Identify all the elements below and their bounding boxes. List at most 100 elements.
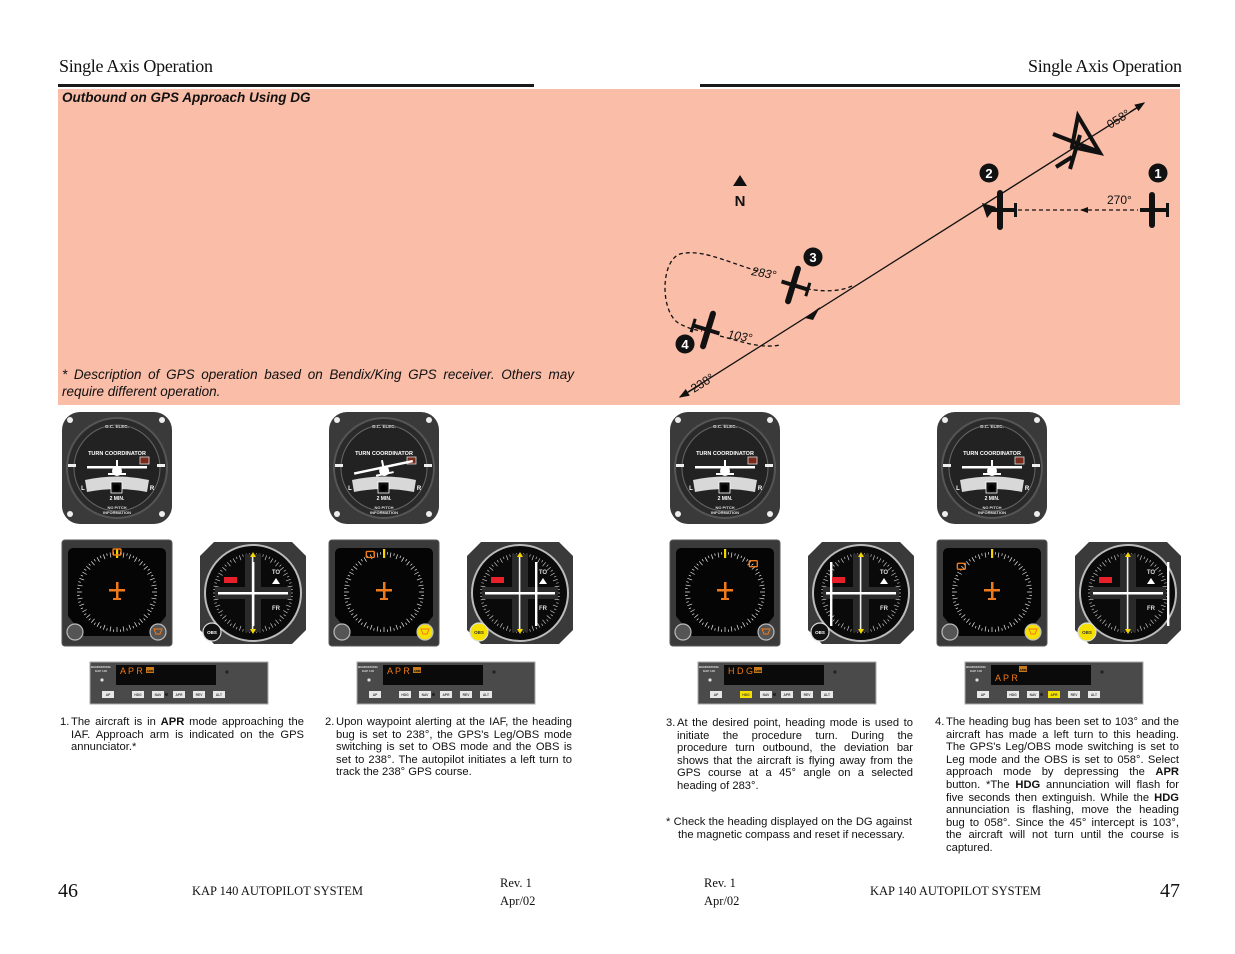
ap-button-hdg-label: HDG <box>401 693 409 697</box>
dg-set-knob[interactable] <box>333 623 351 641</box>
ap-baro-knob[interactable] <box>833 670 837 674</box>
north-arrow-icon <box>733 175 747 186</box>
ap-button-ap[interactable]: AP <box>710 691 722 698</box>
ap-button-hdg[interactable]: HDG <box>740 691 752 698</box>
ap-button-ap[interactable]: AP <box>102 691 114 698</box>
north-arrow: N <box>733 175 747 210</box>
ap-button-nav[interactable]: NAV <box>152 691 164 698</box>
tc-left-label: L <box>956 486 960 492</box>
heading-bug-knob[interactable] <box>1024 623 1042 641</box>
ap-photocell <box>708 678 712 682</box>
ap-button-alt[interactable]: ALT <box>1088 691 1100 698</box>
tc-title: TURN COORDINATOR <box>696 451 754 457</box>
ap-model-label: KAP 140 <box>362 669 374 673</box>
ap-baro-knob[interactable] <box>225 670 229 674</box>
ap-button-hdg[interactable]: HDG <box>399 691 411 698</box>
marker-4: 4 <box>675 334 695 354</box>
step-text: The heading bug has been set to 103° and… <box>946 716 1180 854</box>
ap-button-rev-label: REV <box>463 693 471 697</box>
ap-arm-label: ARM <box>1020 668 1027 672</box>
ap-button-hdg[interactable]: HDG <box>132 691 144 698</box>
ap-button-ap-label: AP <box>981 693 986 697</box>
tc-dc-elec-label: D.C. ELEC. <box>372 424 396 429</box>
tc-left-label: L <box>81 486 85 492</box>
ap-button-ap-label: AP <box>373 693 378 697</box>
right-footer-date: Apr/02 <box>704 894 740 908</box>
obs-knob-label: OBS <box>474 630 484 635</box>
screw-icon <box>159 511 165 517</box>
screw-icon <box>159 417 165 423</box>
ap-button-apr[interactable]: APR <box>173 691 185 698</box>
ap-baro-knob[interactable] <box>492 670 496 674</box>
ap-button-apr[interactable]: APR <box>1048 691 1060 698</box>
screw-icon <box>426 511 432 517</box>
tc-dc-elec-label: D.C. ELEC. <box>105 424 129 429</box>
ap-mode-annunciation: A P R <box>387 666 410 676</box>
left-footer-system: KAP 140 AUTOPILOT SYSTEM <box>192 884 363 898</box>
dg-set-knob[interactable] <box>674 623 692 641</box>
ap-photocell <box>975 678 979 682</box>
ap-baro-knob[interactable] <box>1100 670 1104 674</box>
heading-bug-knob[interactable] <box>757 623 775 641</box>
airplane-1-icon <box>1140 192 1169 228</box>
screw-icon <box>767 417 773 423</box>
tc-2min-label: 2 MIN. <box>718 496 733 502</box>
ap-button-alt[interactable]: ALT <box>480 691 492 698</box>
directional-gyro <box>328 539 440 647</box>
ap-button-alt[interactable]: ALT <box>213 691 225 698</box>
ap-button-nav[interactable]: NAV <box>760 691 772 698</box>
path-270-arrow <box>1080 207 1088 213</box>
dg-set-knob[interactable] <box>66 623 84 641</box>
ap-button-apr[interactable]: APR <box>440 691 452 698</box>
ap-button-rev[interactable]: REV <box>193 691 205 698</box>
ap-arm-light <box>165 693 168 696</box>
screw-icon <box>767 511 773 517</box>
heading-bug-knob[interactable] <box>149 623 167 641</box>
right-footer-revision: Rev. 1 Apr/02 <box>704 874 739 910</box>
right-header-rule <box>700 84 1180 87</box>
course-deviation-indicator: TO FR OBS <box>200 542 306 644</box>
step-caption-3: 3. At the desired point, heading mode is … <box>666 717 913 793</box>
ap-button-nav[interactable]: NAV <box>419 691 431 698</box>
ap-button-nav-label: NAV <box>155 693 163 697</box>
step-number: 3. <box>666 717 676 729</box>
instrument-group-2: D.C. ELEC.TURN COORDINATORL R2 MIN.NO PIT… <box>328 412 573 705</box>
ap-arm-light <box>432 693 435 696</box>
left-page-title: Single Axis Operation <box>59 56 213 76</box>
marker-1: 1 <box>1148 163 1168 183</box>
ap-button-ap[interactable]: AP <box>369 691 381 698</box>
ap-button-ap-label: AP <box>106 693 111 697</box>
cdi-fr-label: FR <box>1147 606 1156 612</box>
ap-button-rev[interactable]: REV <box>460 691 472 698</box>
right-page-number: 47 <box>1160 880 1180 902</box>
step-caption-4: 4. The heading bug has been set to 103° a… <box>935 716 1179 855</box>
step-number: 2. <box>325 716 335 728</box>
instrument-group-1: D.C. ELEC.TURN COORDINATORL R2 MIN.NO PIT… <box>61 412 306 705</box>
tc-ball <box>380 484 387 492</box>
ap-button-rev[interactable]: REV <box>1068 691 1080 698</box>
screw-icon <box>334 511 340 517</box>
kap140-autopilot: BENDIX/KINGKAP 140 H D G ARMAP HDG NAV APR REV… <box>697 661 877 705</box>
screw-icon <box>675 511 681 517</box>
ap-button-nav[interactable]: NAV <box>1027 691 1039 698</box>
ap-arm-label: ARM <box>414 669 421 673</box>
ap-button-ap[interactable]: AP <box>977 691 989 698</box>
ap-button-rev[interactable]: REV <box>801 691 813 698</box>
directional-gyro <box>61 539 173 647</box>
screw-icon <box>942 511 948 517</box>
heading-bug-knob[interactable] <box>416 623 434 641</box>
cdi-nav-flag <box>491 577 504 583</box>
left-header-rule <box>58 84 534 87</box>
screw-icon <box>67 511 73 517</box>
screw-icon <box>334 417 340 423</box>
ap-button-hdg-label: HDG <box>1009 693 1017 697</box>
kap140-autopilot: BENDIX/KINGKAP 140A P RARMAPHDGNAVAPRREV… <box>356 661 536 705</box>
ap-button-apr[interactable]: APR <box>781 691 793 698</box>
tc-ball <box>988 484 995 492</box>
ap-button-alt[interactable]: ALT <box>821 691 833 698</box>
ap-button-nav-label: NAV <box>422 693 430 697</box>
course-deviation-indicator: TO FR OBS <box>467 542 573 644</box>
dg-set-knob[interactable] <box>941 623 959 641</box>
ap-button-ap-label: AP <box>714 693 719 697</box>
ap-button-hdg[interactable]: HDG <box>1007 691 1019 698</box>
